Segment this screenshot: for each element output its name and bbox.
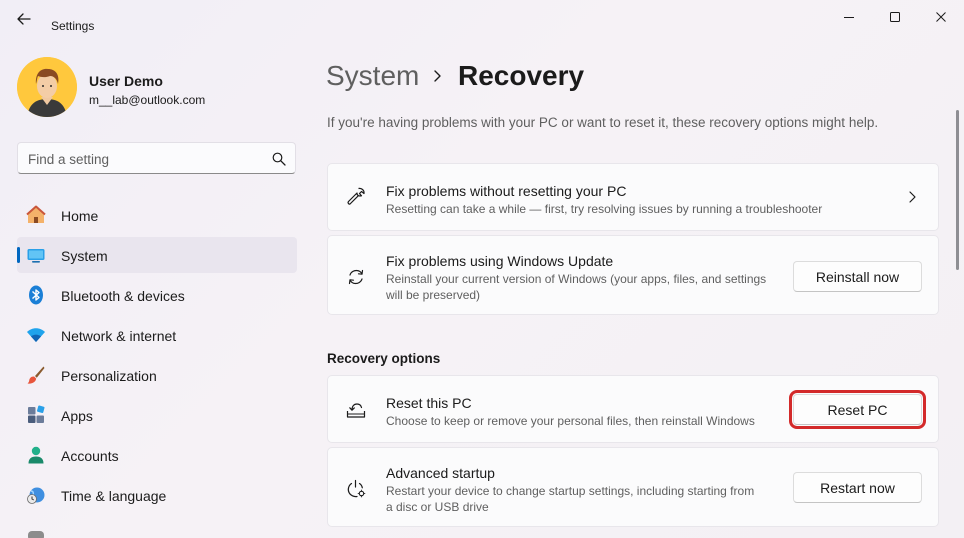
minimize-icon [844, 17, 854, 18]
sidebar-item-accounts[interactable]: Accounts [17, 437, 297, 473]
back-arrow-icon [17, 13, 31, 25]
sidebar-item-label: Time & language [61, 488, 167, 504]
sidebar-item-label: Accounts [61, 448, 119, 464]
sidebar-item-apps[interactable]: Apps [17, 397, 297, 433]
card-description-line2: a disc or USB drive [386, 500, 489, 514]
card-title: Fix problems using Windows Update [386, 253, 614, 269]
search-box[interactable] [17, 142, 296, 174]
reset-pc-button[interactable]: Reset PC [789, 390, 926, 429]
scrollbar-thumb[interactable] [956, 110, 959, 270]
search-input[interactable] [28, 149, 258, 169]
avatar[interactable] [17, 57, 77, 117]
personalization-icon [27, 366, 45, 384]
time-language-icon [27, 487, 45, 504]
breadcrumb-parent[interactable]: System [326, 60, 419, 92]
active-indicator [17, 247, 20, 263]
user-email: m__lab@outlook.com [89, 93, 206, 107]
breadcrumb-chevron-icon [434, 70, 441, 82]
home-icon [26, 205, 46, 223]
page-description: If you're having problems with your PC o… [327, 115, 879, 130]
fix-without-reset-card[interactable]: Fix problems without resetting your PC R… [327, 163, 939, 231]
sidebar-item-personalization[interactable]: Personalization [17, 357, 297, 393]
gaming-icon [28, 531, 44, 538]
page-title: Recovery [458, 60, 585, 91]
card-description-line1: Restart your device to change startup se… [386, 484, 755, 498]
bluetooth-icon [29, 285, 43, 305]
close-button[interactable] [918, 0, 964, 34]
card-description-line1: Reinstall your current version of Window… [386, 272, 767, 286]
sidebar-item-label: System [61, 248, 108, 264]
minimize-button[interactable] [826, 0, 872, 34]
network-icon [27, 328, 45, 342]
sidebar-item-label: Personalization [61, 368, 157, 384]
sidebar-item-label: Home [61, 208, 99, 224]
title-bar: Settings [0, 0, 964, 36]
accounts-icon [28, 446, 44, 464]
restart-now-button[interactable]: Restart now [793, 472, 922, 503]
advanced-startup-icon [347, 479, 366, 498]
reset-pc-card: Reset this PC Choose to keep or remove y… [327, 375, 939, 443]
refresh-icon [348, 269, 364, 285]
chevron-right-icon [909, 191, 916, 203]
card-title: Reset this PC [386, 395, 472, 411]
wrench-icon [347, 187, 365, 205]
reset-pc-icon [346, 403, 366, 418]
back-button[interactable] [10, 8, 38, 30]
sidebar-item-label: Apps [61, 408, 93, 424]
advanced-startup-card: Advanced startup Restart your device to … [327, 447, 939, 527]
sidebar-item-bluetooth[interactable]: Bluetooth & devices [17, 277, 297, 313]
sidebar-item-partial[interactable] [17, 517, 297, 538]
sidebar-item-home[interactable]: Home [17, 197, 297, 233]
sidebar-item-time-language[interactable]: Time & language [17, 477, 297, 513]
card-description-line2: will be preserved) [386, 288, 481, 302]
card-title: Fix problems without resetting your PC [386, 183, 627, 199]
apps-icon [28, 405, 45, 423]
sidebar-item-label: Bluetooth & devices [61, 288, 185, 304]
section-heading: Recovery options [327, 351, 441, 366]
user-avatar-icon [17, 57, 77, 117]
user-name: User Demo [89, 73, 163, 89]
sidebar-item-label: Network & internet [61, 328, 177, 344]
maximize-icon [890, 12, 900, 22]
app-title: Settings [51, 19, 95, 33]
sidebar-item-system[interactable]: System [17, 237, 297, 273]
card-title: Advanced startup [386, 465, 495, 481]
system-icon [27, 249, 45, 263]
sidebar-item-network[interactable]: Network & internet [17, 317, 297, 353]
close-icon [936, 12, 946, 22]
reinstall-now-button[interactable]: Reinstall now [793, 261, 922, 292]
search-icon[interactable] [271, 151, 287, 167]
card-description: Choose to keep or remove your personal f… [386, 414, 755, 428]
maximize-button[interactable] [872, 0, 918, 34]
fix-windows-update-card: Fix problems using Windows Update Reinst… [327, 235, 939, 315]
card-description: Resetting can take a while — first, try … [386, 202, 823, 216]
